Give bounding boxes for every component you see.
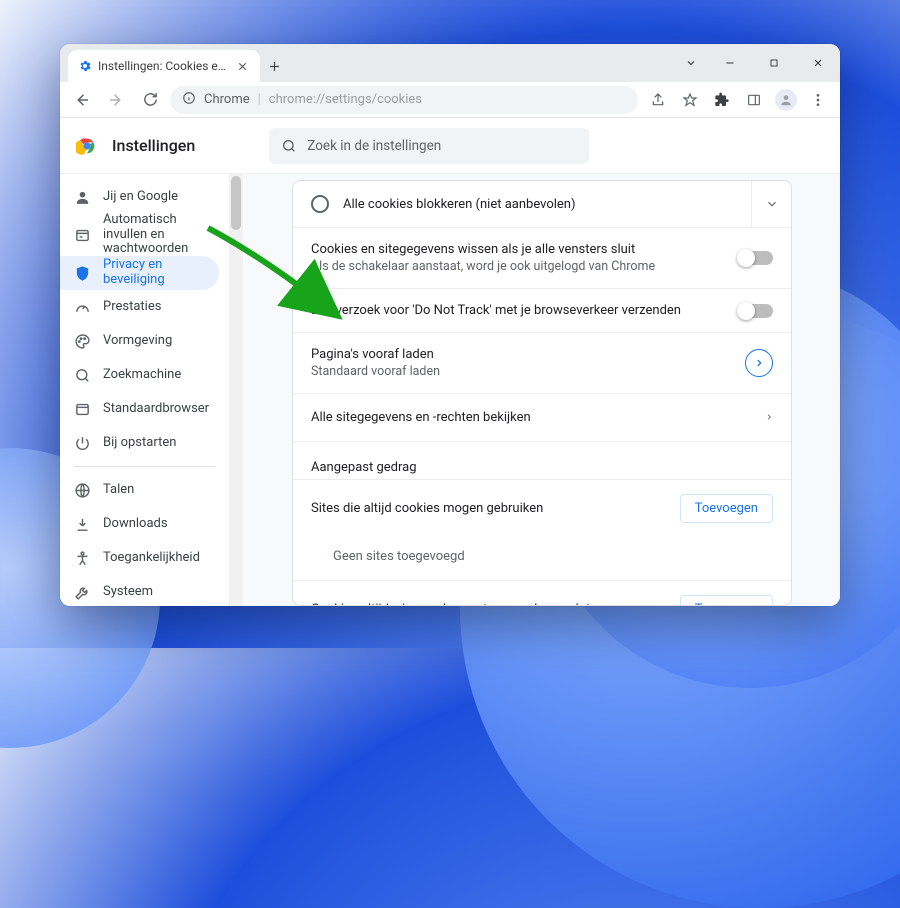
option-preload-pages[interactable]: Pagina's vooraf laden Standaard vooraf l… xyxy=(293,332,791,393)
globe-icon xyxy=(74,482,91,499)
person-icon xyxy=(74,189,91,206)
sidebar-item-downloads[interactable]: Downloads xyxy=(60,507,229,541)
section-clear-on-close-sites: Cookies altijd wissen als vensters worde… xyxy=(293,580,791,606)
wrench-icon xyxy=(74,584,91,601)
close-window-button[interactable] xyxy=(796,44,840,82)
chrome-logo-icon xyxy=(76,135,98,157)
profile-avatar[interactable] xyxy=(772,86,800,114)
accessibility-icon xyxy=(74,550,91,567)
side-panel-icon[interactable] xyxy=(740,86,768,114)
new-tab-button[interactable] xyxy=(260,50,288,82)
sidebar-item-performance[interactable]: Prestaties xyxy=(60,290,229,324)
back-button[interactable] xyxy=(68,86,96,114)
heading-custom-behaviour: Aangepast gedrag xyxy=(293,441,791,479)
browser-toolbar: Chrome | chrome://settings/cookies xyxy=(60,82,840,118)
sidebar-item-system[interactable]: Systeem xyxy=(60,575,229,606)
chrome-menu-button[interactable] xyxy=(804,86,832,114)
option-do-not-track: Een verzoek voor 'Do Not Track' met je b… xyxy=(293,288,791,332)
preload-details-button[interactable] xyxy=(745,349,773,377)
add-clear-site-button[interactable]: Toevoegen xyxy=(680,595,773,606)
section-allow-cookies: Sites die altijd cookies mogen gebruiken… xyxy=(293,479,791,537)
sidebar-scrollbar[interactable] xyxy=(229,174,243,606)
expand-button[interactable] xyxy=(751,181,791,227)
browser-icon xyxy=(74,401,91,418)
sidebar-item-accessibility[interactable]: Toegankelijkheid xyxy=(60,541,229,575)
tab-close-button[interactable] xyxy=(234,58,250,74)
window-controls xyxy=(674,44,840,82)
titlebar: Instellingen: Cookies en andere s xyxy=(60,44,840,82)
extensions-icon[interactable] xyxy=(708,86,736,114)
site-info-icon[interactable] xyxy=(182,91,196,109)
link-all-site-data[interactable]: Alle sitegegevens en -rechten bekijken xyxy=(293,393,791,441)
sidebar-item-search-engine[interactable]: Zoekmachine xyxy=(60,358,229,392)
chrome-window: Instellingen: Cookies en andere s Chrome… xyxy=(60,44,840,606)
sidebar-item-appearance[interactable]: Vormgeving xyxy=(60,324,229,358)
sidebar: Jij en Google Automatisch invullen en wa… xyxy=(60,174,244,606)
add-allow-site-button[interactable]: Toevoegen xyxy=(680,494,773,523)
omnibox-host: Chrome xyxy=(204,92,250,107)
toggle-do-not-track[interactable] xyxy=(739,304,773,318)
sidebar-item-you-and-google[interactable]: Jij en Google xyxy=(60,180,229,214)
gear-icon xyxy=(78,59,92,73)
browser-tab[interactable]: Instellingen: Cookies en andere s xyxy=(68,50,260,82)
search-icon xyxy=(281,138,297,154)
power-icon xyxy=(74,435,91,452)
chevron-right-icon xyxy=(765,408,773,427)
address-bar[interactable]: Chrome | chrome://settings/cookies xyxy=(170,86,638,114)
minimize-button[interactable] xyxy=(708,44,752,82)
settings-search-input[interactable]: Zoek in de instellingen xyxy=(269,128,589,164)
settings-content: Alle cookies blokkeren (niet aanbevolen)… xyxy=(244,174,840,606)
reload-button[interactable] xyxy=(136,86,164,114)
option-block-all-cookies[interactable]: Alle cookies blokkeren (niet aanbevolen) xyxy=(293,181,791,227)
tab-title: Instellingen: Cookies en andere s xyxy=(98,59,228,73)
omnibox-path: chrome://settings/cookies xyxy=(269,92,422,107)
bookmark-icon[interactable] xyxy=(676,86,704,114)
sidebar-item-on-startup[interactable]: Bij opstarten xyxy=(60,426,229,460)
sidebar-item-autofill[interactable]: Automatisch invullen en wachtwoorden xyxy=(60,214,229,256)
forward-button[interactable] xyxy=(102,86,130,114)
empty-allow-sites: Geen sites toegevoegd xyxy=(293,537,791,580)
sidebar-item-languages[interactable]: Talen xyxy=(60,473,229,507)
option-clear-on-close: Cookies en sitegegevens wissen als je al… xyxy=(293,227,791,288)
search-placeholder: Zoek in de instellingen xyxy=(307,138,441,154)
sidebar-item-default-browser[interactable]: Standaardbrowser xyxy=(60,392,229,426)
palette-icon xyxy=(74,333,91,350)
settings-header: Instellingen Zoek in de instellingen xyxy=(60,118,840,174)
toggle-clear-on-close[interactable] xyxy=(739,251,773,265)
maximize-button[interactable] xyxy=(752,44,796,82)
search-icon xyxy=(74,367,91,384)
share-icon[interactable] xyxy=(644,86,672,114)
autofill-icon xyxy=(74,227,91,244)
shield-icon xyxy=(74,265,91,282)
tab-search-button[interactable] xyxy=(674,44,708,82)
radio-icon[interactable] xyxy=(311,195,329,213)
speedometer-icon xyxy=(74,299,91,316)
sidebar-item-privacy[interactable]: Privacy en beveiliging xyxy=(60,256,219,290)
download-icon xyxy=(74,516,91,533)
page-title: Instellingen xyxy=(112,136,195,155)
